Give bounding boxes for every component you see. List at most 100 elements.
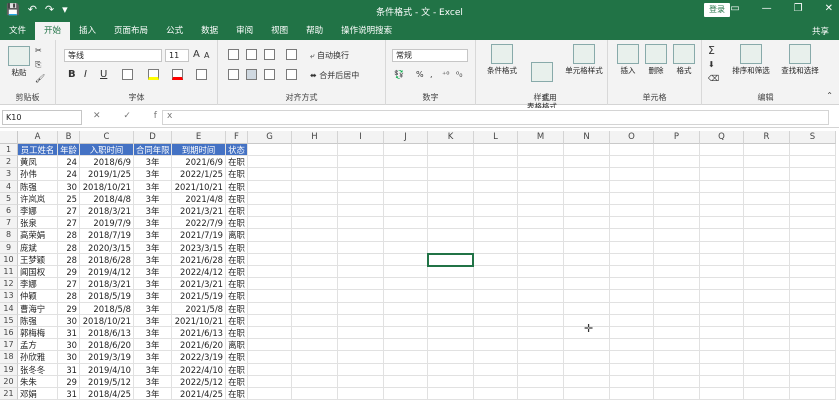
table-cell[interactable]: 在职 — [226, 168, 248, 181]
table-cell[interactable]: 曹海宁 — [18, 302, 58, 315]
table-cell[interactable]: 29 — [58, 266, 80, 279]
table-cell[interactable]: 2021/4/25 — [172, 388, 226, 400]
table-cell[interactable]: 在职 — [226, 278, 248, 291]
empty-cell[interactable] — [610, 192, 654, 205]
table-header-cell[interactable]: 状态 — [226, 144, 248, 157]
table-cell[interactable]: 28 — [58, 229, 80, 242]
column-header-r[interactable]: R — [744, 131, 790, 144]
empty-cell[interactable] — [700, 327, 744, 340]
table-cell[interactable]: 2018/5/8 — [80, 302, 134, 315]
empty-cell[interactable] — [338, 290, 384, 303]
empty-cell[interactable] — [248, 192, 292, 205]
empty-cell[interactable] — [744, 278, 790, 291]
empty-cell[interactable] — [384, 327, 428, 340]
empty-cell[interactable] — [338, 192, 384, 205]
row-header-8[interactable]: 8 — [0, 229, 18, 242]
empty-cell[interactable] — [790, 290, 836, 303]
empty-cell[interactable] — [338, 363, 384, 376]
empty-cell[interactable] — [610, 278, 654, 291]
empty-cell[interactable] — [700, 363, 744, 376]
table-cell[interactable]: 张泉 — [18, 217, 58, 230]
tab-home[interactable]: 开始 — [35, 22, 71, 40]
table-cell[interactable]: 3年 — [134, 302, 172, 315]
empty-cell[interactable] — [654, 192, 700, 205]
table-cell[interactable]: 2018/6/13 — [80, 327, 134, 340]
empty-cell[interactable] — [564, 351, 610, 364]
empty-cell[interactable] — [654, 180, 700, 193]
empty-cell[interactable] — [338, 168, 384, 181]
empty-cell[interactable] — [700, 339, 744, 352]
empty-cell[interactable] — [474, 156, 518, 169]
empty-cell[interactable] — [700, 205, 744, 218]
empty-cell[interactable] — [474, 327, 518, 340]
column-header-g[interactable]: G — [248, 131, 292, 144]
empty-cell[interactable] — [248, 327, 292, 340]
empty-cell[interactable] — [292, 290, 338, 303]
empty-cell[interactable] — [248, 168, 292, 181]
empty-cell[interactable] — [338, 375, 384, 388]
empty-cell[interactable] — [744, 229, 790, 242]
empty-cell[interactable] — [428, 278, 474, 291]
empty-cell[interactable] — [384, 156, 428, 169]
empty-cell[interactable] — [474, 363, 518, 376]
name-box[interactable]: K10 — [2, 110, 82, 125]
empty-cell[interactable] — [474, 229, 518, 242]
insert-cells-button[interactable]: 插入 — [614, 44, 642, 75]
empty-cell[interactable] — [518, 327, 564, 340]
table-cell[interactable]: 3年 — [134, 266, 172, 279]
table-cell[interactable]: 28 — [58, 290, 80, 303]
table-cell[interactable]: 2018/3/21 — [80, 278, 134, 291]
empty-cell[interactable] — [518, 253, 564, 266]
empty-cell[interactable] — [248, 241, 292, 254]
empty-cell[interactable] — [518, 229, 564, 242]
table-cell[interactable]: 2018/6/28 — [80, 253, 134, 266]
column-header-o[interactable]: O — [610, 131, 654, 144]
table-cell[interactable]: 2018/6/20 — [80, 339, 134, 352]
delete-cells-button[interactable]: 删除 — [642, 44, 670, 75]
empty-cell[interactable] — [338, 229, 384, 242]
empty-cell[interactable] — [744, 144, 790, 157]
empty-cell[interactable] — [654, 388, 700, 400]
empty-cell[interactable] — [654, 375, 700, 388]
empty-cell[interactable] — [564, 375, 610, 388]
empty-cell[interactable] — [292, 278, 338, 291]
empty-cell[interactable] — [744, 168, 790, 181]
empty-cell[interactable] — [700, 217, 744, 230]
font-size-select[interactable]: 11 — [165, 49, 189, 62]
empty-cell[interactable] — [790, 156, 836, 169]
empty-cell[interactable] — [338, 144, 384, 157]
empty-cell[interactable] — [338, 314, 384, 327]
empty-cell[interactable] — [518, 290, 564, 303]
empty-cell[interactable] — [248, 229, 292, 242]
table-cell[interactable]: 闻国权 — [18, 266, 58, 279]
empty-cell[interactable] — [610, 302, 654, 315]
empty-cell[interactable] — [474, 217, 518, 230]
empty-cell[interactable] — [248, 278, 292, 291]
empty-cell[interactable] — [518, 314, 564, 327]
decrease-decimal-icon[interactable]: ⁰₀ — [456, 70, 462, 79]
empty-cell[interactable] — [428, 229, 474, 242]
empty-cell[interactable] — [384, 144, 428, 157]
empty-cell[interactable] — [744, 266, 790, 279]
table-cell[interactable]: 3年 — [134, 363, 172, 376]
table-cell[interactable]: 27 — [58, 217, 80, 230]
table-cell[interactable]: 高荣娟 — [18, 229, 58, 242]
empty-cell[interactable] — [744, 241, 790, 254]
font-name-select[interactable]: 等线 — [64, 49, 162, 62]
empty-cell[interactable] — [564, 302, 610, 315]
empty-cell[interactable] — [744, 302, 790, 315]
merge-center-button[interactable]: ⬌ 合并后居中 — [310, 70, 359, 81]
empty-cell[interactable] — [518, 241, 564, 254]
empty-cell[interactable] — [610, 363, 654, 376]
table-cell[interactable]: 2018/4/8 — [80, 192, 134, 205]
empty-cell[interactable] — [474, 180, 518, 193]
empty-cell[interactable] — [744, 290, 790, 303]
table-cell[interactable]: 2019/4/12 — [80, 266, 134, 279]
table-cell[interactable]: 2021/7/19 — [172, 229, 226, 242]
empty-cell[interactable] — [428, 363, 474, 376]
empty-cell[interactable] — [790, 388, 836, 400]
empty-cell[interactable] — [292, 339, 338, 352]
empty-cell[interactable] — [292, 241, 338, 254]
empty-cell[interactable] — [700, 266, 744, 279]
table-cell[interactable]: 2019/3/19 — [80, 351, 134, 364]
